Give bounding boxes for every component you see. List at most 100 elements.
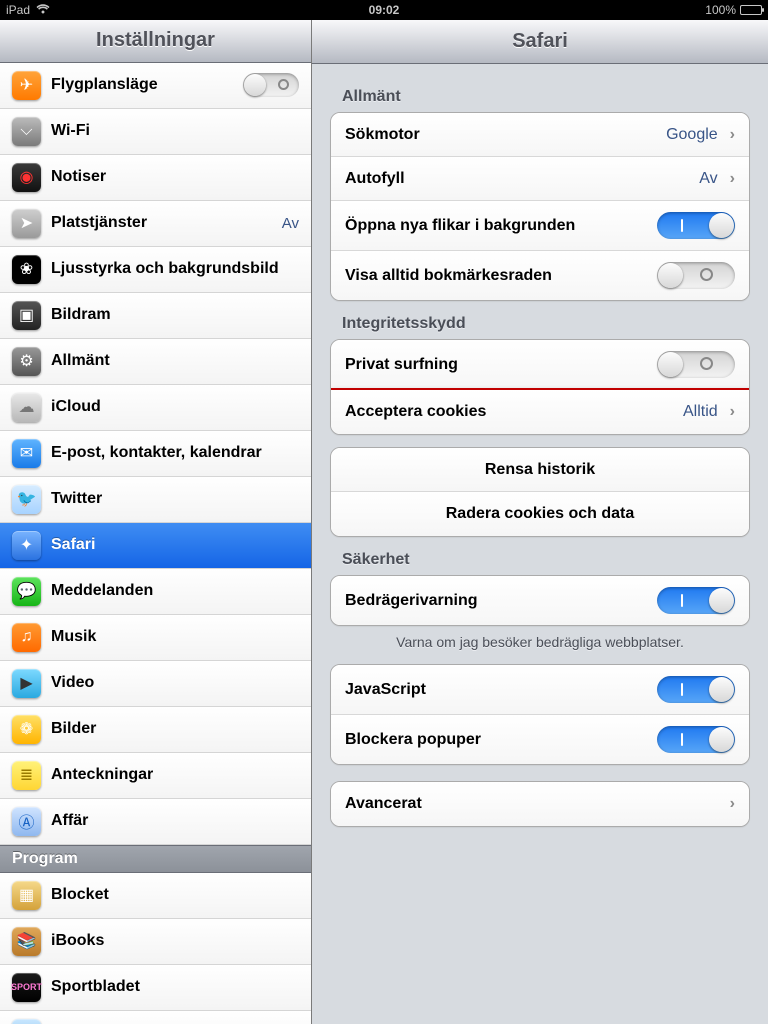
row-block-popups[interactable]: Blockera popuper xyxy=(331,715,749,764)
notes-icon: ≣ xyxy=(12,761,41,790)
chevron-right-icon: › xyxy=(730,795,735,813)
sidebar-item-msg[interactable]: 💬 Meddelanden xyxy=(0,569,311,615)
sidebar-item-label: Meddelanden xyxy=(51,582,299,600)
sidebar-item-value: Av xyxy=(282,215,299,232)
sidebar-item-label: Bilder xyxy=(51,720,299,738)
sidebar-item-label: Allmänt xyxy=(51,352,299,370)
row-javascript[interactable]: JavaScript xyxy=(331,665,749,715)
wifi-icon: ⌵ xyxy=(12,117,41,146)
sidebar-item-video[interactable]: ▶ Video xyxy=(0,661,311,707)
sidebar-item-label: Anteckningar xyxy=(51,766,299,784)
sidebar-item-blocket[interactable]: ▦Blocket xyxy=(0,873,311,919)
device-label: iPad xyxy=(6,3,30,17)
section-general-title: Allmänt xyxy=(342,88,750,106)
row-label: Rensa historik xyxy=(345,461,735,479)
general-icon: ⚙ xyxy=(12,347,41,376)
battery-percent: 100% xyxy=(705,3,736,17)
row-clear-data[interactable]: Radera cookies och data xyxy=(331,492,749,536)
sidebar-item-label: iBooks xyxy=(51,932,299,950)
row-fraud-warning[interactable]: Bedrägerivarning xyxy=(331,576,749,625)
row-private-browsing[interactable]: Privat surfning xyxy=(331,340,749,390)
sidebar-item-mail[interactable]: ✉E-post, kontakter, kalendrar xyxy=(0,431,311,477)
row-bookmarks-bar[interactable]: Visa alltid bokmärkesraden xyxy=(331,251,749,300)
safari-icon: ✦ xyxy=(12,531,41,560)
group-js: JavaScript Blockera popuper xyxy=(330,664,750,765)
row-search-engine[interactable]: Sökmotor Google › xyxy=(331,113,749,157)
msg-icon: 💬 xyxy=(12,577,41,606)
row-label: JavaScript xyxy=(345,681,649,699)
battery-icon xyxy=(740,5,762,15)
frame-icon: ▣ xyxy=(12,301,41,330)
sidebar-item-label: Platstjänster xyxy=(51,214,272,232)
row-accept-cookies[interactable]: Acceptera cookies Alltid › xyxy=(331,390,749,434)
row-label: Bedrägerivarning xyxy=(345,592,649,610)
sidebar-item-ibooks[interactable]: 📚iBooks xyxy=(0,919,311,965)
sidebar-item-sport[interactable]: SPORTSportbladet xyxy=(0,965,311,1011)
row-value: Google xyxy=(666,126,718,144)
toggle-block-popups[interactable] xyxy=(657,726,735,753)
row-label: Avancerat xyxy=(345,795,718,813)
sidebar-title: Inställningar xyxy=(0,20,311,63)
mail-icon: ✉ xyxy=(12,439,41,468)
sidebar-item-music[interactable]: ♫Musik xyxy=(0,615,311,661)
chevron-right-icon: › xyxy=(730,403,735,421)
detail-pane: Safari Allmänt Sökmotor Google › Autofyl… xyxy=(312,20,768,1024)
section-security-title: Säkerhet xyxy=(342,551,750,569)
row-label: Radera cookies och data xyxy=(345,505,735,523)
loc-icon: ➤ xyxy=(12,209,41,238)
toggle-fraud-warning[interactable] xyxy=(657,587,735,614)
sidebar-item-wifi[interactable]: ⌵Wi-Fi xyxy=(0,109,311,155)
group-clear: Rensa historik Radera cookies och data xyxy=(330,447,750,537)
toggle-private-browsing[interactable] xyxy=(657,351,735,378)
sidebar-item-notif[interactable]: ◉ Notiser xyxy=(0,155,311,201)
sidebar-item-store[interactable]: ⒶAffär xyxy=(0,799,311,845)
sidebar-item-safari[interactable]: ✦ Safari xyxy=(0,523,311,569)
sidebar-item-yr[interactable]: YRYr xyxy=(0,1011,311,1024)
row-clear-history[interactable]: Rensa historik xyxy=(331,448,749,492)
row-label: Visa alltid bokmärkesraden xyxy=(345,267,649,285)
sidebar-item-loc[interactable]: ➤ Platstjänster Av xyxy=(0,201,311,247)
row-autofill[interactable]: Autofyll Av › xyxy=(331,157,749,201)
sidebar-item-label: Ljusstyrka och bakgrundsbild xyxy=(51,260,299,278)
notif-icon: ◉ xyxy=(12,163,41,192)
sidebar-item-icloud[interactable]: ☁ iCloud xyxy=(0,385,311,431)
sidebar-item-airplane[interactable]: ✈Flygplansläge xyxy=(0,63,311,109)
chevron-right-icon: › xyxy=(730,126,735,144)
sidebar-item-label: Notiser xyxy=(51,168,299,186)
sidebar-item-label: iCloud xyxy=(51,398,299,416)
group-privacy: Privat surfning Acceptera cookies Alltid… xyxy=(330,339,750,435)
toggle-javascript[interactable] xyxy=(657,676,735,703)
highlight-accept-cookies: Acceptera cookies Alltid › xyxy=(330,388,750,435)
sidebar-item-label: Twitter xyxy=(51,490,299,508)
sidebar-item-twitter[interactable]: 🐦Twitter xyxy=(0,477,311,523)
yr-icon: YR xyxy=(12,1019,41,1024)
group-fraud: Bedrägerivarning xyxy=(330,575,750,626)
status-bar: iPad 09:02 100% xyxy=(0,0,768,20)
sidebar-item-label: Safari xyxy=(51,536,299,554)
blocket-icon: ▦ xyxy=(12,881,41,910)
group-advanced: Avancerat › xyxy=(330,781,750,827)
fraud-hint: Varna om jag besöker bedrägliga webbplat… xyxy=(330,634,750,650)
row-advanced[interactable]: Avancerat › xyxy=(331,782,749,826)
bright-icon: ❀ xyxy=(12,255,41,284)
sidebar-item-label: Video xyxy=(51,674,299,692)
sidebar-item-photos[interactable]: ❁ Bilder xyxy=(0,707,311,753)
clock: 09:02 xyxy=(369,3,400,17)
toggle-airplane[interactable] xyxy=(243,73,299,97)
icloud-icon: ☁ xyxy=(12,393,41,422)
wifi-icon xyxy=(36,3,50,17)
toggle-bookmarks-bar[interactable] xyxy=(657,262,735,289)
section-privacy-title: Integritetsskydd xyxy=(342,315,750,333)
sidebar-item-frame[interactable]: ▣Bildram xyxy=(0,293,311,339)
sidebar-item-general[interactable]: ⚙ Allmänt xyxy=(0,339,311,385)
sidebar-item-bright[interactable]: ❀ Ljusstyrka och bakgrundsbild xyxy=(0,247,311,293)
video-icon: ▶ xyxy=(12,669,41,698)
sidebar-item-label: Sportbladet xyxy=(51,978,299,996)
sidebar-item-notes[interactable]: ≣ Anteckningar xyxy=(0,753,311,799)
row-label: Öppna nya flikar i bakgrunden xyxy=(345,217,649,235)
toggle-background-tabs[interactable] xyxy=(657,212,735,239)
settings-sidebar: Inställningar ✈Flygplansläge⌵Wi-Fi ◉ Notis… xyxy=(0,20,312,1024)
photos-icon: ❁ xyxy=(12,715,41,744)
row-background-tabs[interactable]: Öppna nya flikar i bakgrunden xyxy=(331,201,749,251)
row-label: Blockera popuper xyxy=(345,731,649,749)
